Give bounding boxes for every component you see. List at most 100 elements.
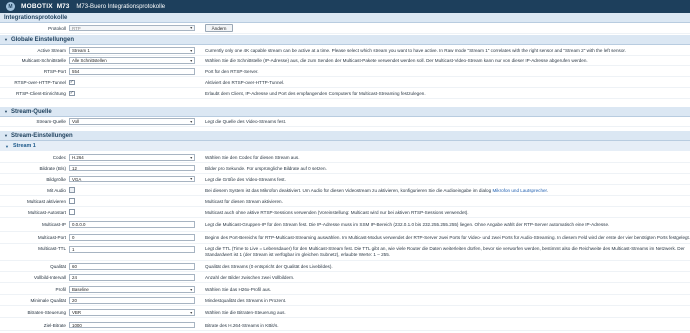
checkmark-icon: ✓ xyxy=(69,90,74,96)
min-quality-desc: Mindestqualität des Streams in Prozent. xyxy=(205,298,287,303)
quality-desc: Qualität des Streams (0 entspricht der Q… xyxy=(205,264,333,269)
stream-source-value: Voll xyxy=(72,119,80,124)
section-stream1-header: ▼ Stream 1 xyxy=(0,141,690,151)
section-global-header: ▼ Globale Einstellungen xyxy=(0,35,690,45)
multicast-ttl-desc: Legt die TTL (Time to Live = Lebensdauer… xyxy=(199,246,690,257)
protocol-value: RTP xyxy=(72,25,81,31)
codec-select[interactable]: H.264 ▼ xyxy=(69,154,195,161)
section-stream-source-header: ▼ Stream-Quelle xyxy=(0,107,690,117)
active-stream-desc: Currently only one 4K capable stream can… xyxy=(205,48,626,53)
multicast-ttl-desc-line2: Standardwert ist 1 (der Stream ist verfü… xyxy=(205,251,391,257)
rtsp-http-tunnel-desc: Aktiviert den RTSP-over-HTTP-Tunnel. xyxy=(205,80,285,85)
multicast-autostart-checkbox[interactable] xyxy=(69,209,75,215)
bitrate-control-label: Bitraten-Steuerung xyxy=(27,310,66,315)
target-bitrate-desc: Bitrate des H.264-Streams in KBit/s. xyxy=(205,322,279,328)
gop-input[interactable]: 24 xyxy=(69,274,195,281)
bitrate-control-select[interactable]: VBR ▼ xyxy=(69,309,195,316)
fps-input[interactable]: 12 xyxy=(69,164,195,172)
stream-source-desc: Legt die Quelle des Video-Streams fest. xyxy=(205,119,287,124)
section-global-title: Globale Einstellungen xyxy=(10,36,74,43)
multicast-ttl-label: Multicast-TTL xyxy=(38,246,66,251)
active-stream-value: Stream 1 xyxy=(72,48,90,53)
codec-label: Codec xyxy=(52,155,66,160)
image-size-select[interactable]: VGA ▼ xyxy=(69,175,195,183)
image-size-desc: Legt die Größe des Video-Streams fest. xyxy=(205,176,286,182)
chevron-down-icon: ▼ xyxy=(189,48,193,53)
profile-desc: Wählen Sie das H26x-Profil aus. xyxy=(205,287,272,292)
rtsp-http-tunnel-checkbox[interactable]: ✓ xyxy=(69,80,75,86)
fps-desc: Bilder pro Sekunde. Für ursprüngliche Bi… xyxy=(205,165,327,171)
multicast-enable-checkbox[interactable] xyxy=(69,198,75,204)
profile-value: Baseline xyxy=(72,287,89,292)
collapse-triangle-icon[interactable]: ▼ xyxy=(5,144,9,149)
fps-label: Bildrate (B/s) xyxy=(39,165,66,171)
audio-desc: Bei diesem System ist das Mikrofon deakt… xyxy=(199,188,690,193)
protocol-select[interactable]: RTP ▼ xyxy=(69,24,195,32)
chevron-down-icon: ▼ xyxy=(189,58,193,63)
row-multicast-autostart: Multicast-Autostart Multicast auch ohne … xyxy=(0,207,690,218)
row-rtsp-http-tunnel: RTSP-over-HTTP-Tunnel ✓ Aktiviert den RT… xyxy=(0,78,690,88)
row-codec: Codec H.264 ▼ Wählen Sie den Codec für d… xyxy=(0,153,690,163)
row-multicast-port: Multicast-Port 0 Beginn des Port-Bereich… xyxy=(0,232,690,244)
profile-label: Profil xyxy=(55,287,66,292)
section-stream-settings-header: ▼ Stream-Einstellungen xyxy=(0,131,690,141)
chevron-down-icon: ▼ xyxy=(189,287,193,292)
row-rtsp-port: RTSP-Port 554 Port für den RTSP-Server. xyxy=(0,67,690,77)
multicast-port-desc: Beginn des Port-Bereichs für RTP-Multica… xyxy=(205,235,690,240)
row-quality: Qualität 60 Qualität des Streams (0 ents… xyxy=(0,262,690,272)
active-stream-label: Active Stream xyxy=(37,48,66,53)
multicast-port-input[interactable]: 0 xyxy=(69,234,195,241)
row-protocol: Protokoll RTP ▼ Ändern xyxy=(0,23,690,34)
rtsp-client-setup-checkbox[interactable]: ✓ xyxy=(69,91,75,97)
audio-checkbox[interactable] xyxy=(69,187,75,193)
rtsp-port-label: RTSP-Port xyxy=(43,69,66,74)
multicast-interface-label: Multicast-Schnittstelle xyxy=(21,58,66,63)
target-bitrate-label: Ziel-Bitrate xyxy=(43,322,66,328)
row-profile: Profil Baseline ▼ Wählen Sie das H26x-Pr… xyxy=(0,285,690,295)
multicast-ip-label: Multicast-IP xyxy=(42,222,66,227)
min-quality-input[interactable]: 20 xyxy=(69,297,195,304)
collapse-triangle-icon[interactable]: ▼ xyxy=(4,133,8,138)
row-bitrate-control: Bitraten-Steuerung VBR ▼ Wählen Sie die … xyxy=(0,308,690,318)
row-audio: Mit Audio Bei diesem System ist das Mikr… xyxy=(0,185,690,196)
multicast-ip-desc: Legt die Multicast-Gruppen-IP für den St… xyxy=(205,222,610,227)
multicast-enable-label: Multicast aktivieren xyxy=(26,198,66,204)
multicast-autostart-desc: Multicast auch ohne aktive RTSP-Sessions… xyxy=(205,209,469,215)
stream-source-select[interactable]: Voll ▼ xyxy=(69,118,195,125)
change-protocol-button[interactable]: Ändern xyxy=(205,24,233,32)
gop-label: Vollbild-Intervall xyxy=(33,275,66,280)
row-image-size: Bildgröße VGA ▼ Legt die Größe des Video… xyxy=(0,174,690,185)
chevron-down-icon: ▼ xyxy=(189,119,193,124)
quality-input[interactable]: 60 xyxy=(69,263,195,270)
rtsp-http-tunnel-label: RTSP-over-HTTP-Tunnel xyxy=(14,80,66,85)
collapse-triangle-icon[interactable]: ▼ xyxy=(4,37,8,42)
profile-select[interactable]: Baseline ▼ xyxy=(69,286,195,293)
multicast-ttl-desc-line1: Legt die TTL (Time to Live = Lebensdauer… xyxy=(205,246,685,251)
multicast-autostart-label: Multicast-Autostart xyxy=(27,209,66,215)
multicast-interface-select[interactable]: Alle Schnittstellen ▼ xyxy=(69,57,195,64)
row-stream-source: Stream-Quelle Voll ▼ Legt die Quelle des… xyxy=(0,117,690,127)
multicast-enable-desc: Multicast für diesen Stream aktivieren. xyxy=(205,198,283,204)
section-integration-header: Integrationsprotokolle xyxy=(0,13,690,23)
microphone-speaker-link[interactable]: Mikrofon und Lautsprecher xyxy=(492,188,546,193)
row-min-quality: Minimale Qualität 20 Mindestqualität des… xyxy=(0,296,690,306)
active-stream-select[interactable]: Stream 1 ▼ xyxy=(69,47,195,54)
rtsp-port-input[interactable]: 554 xyxy=(69,68,195,75)
codec-value: H.264 xyxy=(72,155,84,160)
row-gop: Vollbild-Intervall 24 Anzahl der Bilder … xyxy=(0,273,690,283)
audio-label: Mit Audio xyxy=(47,187,66,193)
brand-name: MOBOTIX xyxy=(21,3,53,10)
min-quality-label: Minimale Qualität xyxy=(30,298,67,303)
rtsp-client-setup-label: RTSP-Client-Einrichtung xyxy=(16,91,66,96)
collapse-triangle-icon[interactable]: ▼ xyxy=(4,109,8,114)
multicast-ttl-input[interactable]: 1 xyxy=(69,246,195,253)
image-size-value: VGA xyxy=(72,176,82,182)
row-rtsp-client-setup: RTSP-Client-Einrichtung ✓ Erlaubt dem Cl… xyxy=(0,89,690,99)
rtsp-port-desc: Port für den RTSP-Server. xyxy=(205,69,259,74)
target-bitrate-input[interactable]: 1000 xyxy=(69,321,195,329)
chevron-down-icon: ▼ xyxy=(189,310,193,315)
audio-desc-end: . xyxy=(546,187,549,193)
multicast-ip-input[interactable]: 0.0.0.0 xyxy=(69,221,195,228)
bitrate-control-value: VBR xyxy=(72,310,82,315)
rtsp-client-setup-desc: Erlaubt dem Client, IP-Adresse und Port … xyxy=(205,91,426,96)
